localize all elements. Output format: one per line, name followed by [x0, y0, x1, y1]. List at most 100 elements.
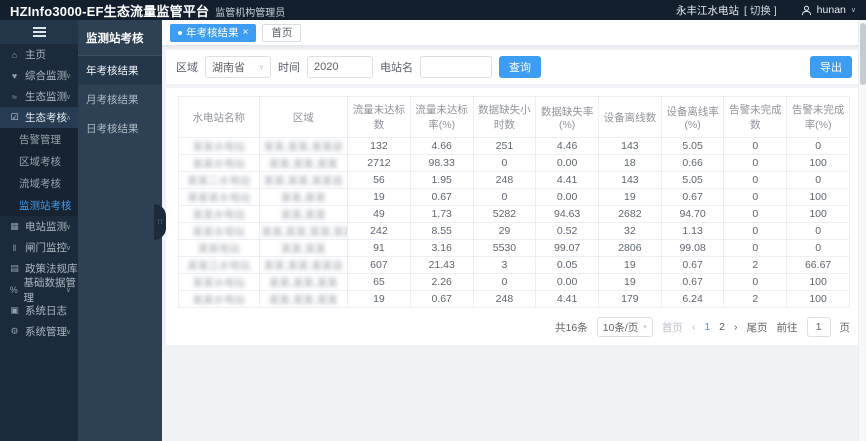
region-select[interactable]: 湖南省 ∨	[205, 56, 271, 78]
table-row: 某某水电站 某某,某某,某某 19 0.67 248 4.41 179 6.24 2 100	[178, 290, 850, 308]
sidebar-subitem-监测站考核[interactable]: 监测站考核	[0, 194, 78, 216]
value-cell: 0.67	[409, 188, 474, 206]
redacted-text: 某某某水电站	[187, 191, 251, 204]
value-cell: 3.16	[409, 239, 474, 257]
tab-首页[interactable]: 首页	[262, 23, 302, 42]
chevron-down-icon: ∨	[65, 244, 71, 252]
value-cell: 4.41	[535, 171, 600, 189]
region-cell: 某某,某某	[258, 205, 349, 223]
value-cell: 99.08	[660, 239, 725, 257]
redacted-text: 某某水电站	[192, 276, 246, 289]
sidebar-item-系统日志[interactable]: ▣ 系统日志	[0, 300, 78, 321]
redacted-text: 某某,某某	[280, 191, 326, 204]
page-size-select[interactable]: 10条/页 ▾	[596, 317, 653, 337]
sidebar-item-label: 系统日志	[25, 305, 67, 317]
value-cell: 143	[598, 137, 662, 155]
goto-label: 前往	[776, 321, 798, 334]
value-cell: 2	[723, 256, 788, 274]
column-header: 水电站名称	[178, 96, 260, 138]
station-name-cell: 某某电站	[178, 239, 260, 257]
region-cell: 某某,某某,某某,某某	[258, 222, 349, 240]
sidebar-item-闸门监控[interactable]: ‖ 闸门监控 ∨	[0, 237, 78, 258]
value-cell: 4.66	[409, 137, 474, 155]
table-row: 某某水电站 某某,某某 49 1.73 5282 94.63 2682 94.70 0 100	[178, 205, 850, 223]
value-cell: 0	[472, 188, 537, 206]
top-header: HZInfo3000-EF生态流量监管平台 监管机构管理员 永丰江水电站 [ 切…	[0, 0, 866, 20]
main-area: 年考核结果 × 首页 区域 湖南省 ∨ 时间 电站名 查询 导出	[162, 20, 866, 441]
station-name-cell: 某某水电站	[178, 137, 260, 155]
prev-page-icon[interactable]: ‹	[692, 321, 696, 333]
station-name-cell: 某某水电站	[178, 205, 260, 223]
subpanel-item-年考核结果[interactable]: 年考核结果	[78, 56, 162, 85]
page-number-1[interactable]: 1	[704, 321, 710, 333]
value-cell: 2682	[598, 205, 662, 223]
sidebar-subitem-告警管理[interactable]: 告警管理	[0, 128, 78, 150]
sidebar-item-基础数据管理[interactable]: % 基础数据管理 ∨	[0, 277, 78, 304]
value-cell: 132	[347, 137, 411, 155]
subpanel-item-日考核结果[interactable]: 日考核结果	[78, 114, 162, 143]
value-cell: 0.67	[660, 256, 725, 274]
brand: HZInfo3000-EF生态流量监管平台 监管机构管理员	[10, 1, 285, 20]
table-row: 某某江水电站 某某,某某,某某县 607 21.43 3 0.05 19 0.67 2 66.67	[178, 256, 850, 274]
time-input[interactable]	[314, 61, 366, 73]
region-filter-label: 区域	[176, 62, 198, 74]
sidebar-item-生态监测[interactable]: ≈ 生态监测 ∨	[0, 86, 78, 107]
close-icon[interactable]: ×	[243, 27, 249, 38]
value-cell: 100	[786, 273, 850, 291]
tab-年考核结果[interactable]: 年考核结果 ×	[170, 23, 257, 42]
value-cell: 0.00	[535, 188, 600, 206]
value-cell: 0.00	[535, 154, 600, 172]
sidebar-item-label: 电站监测	[25, 221, 67, 233]
page-number-2[interactable]: 2	[719, 321, 725, 333]
next-page-icon[interactable]: ›	[734, 321, 738, 333]
sidebar-item-系统管理[interactable]: ⚙ 系统管理 ∨	[0, 321, 78, 342]
value-cell: 98.33	[409, 154, 474, 172]
username-label[interactable]: hunan	[817, 4, 846, 16]
redacted-text: 某某水电站	[192, 208, 246, 221]
search-button[interactable]: 查询	[499, 56, 541, 78]
sidebar-collapse-button[interactable]	[0, 20, 78, 44]
station-name-cell: 某某水电站	[178, 273, 260, 291]
export-button[interactable]: 导出	[810, 56, 852, 78]
value-cell: 2712	[347, 154, 411, 172]
value-cell: 1.73	[409, 205, 474, 223]
switch-station-link[interactable]: [ 切换 ]	[744, 3, 777, 18]
sidebar-item-主页[interactable]: ⌂ 主页	[0, 44, 78, 65]
value-cell: 0	[723, 137, 788, 155]
region-cell: 某某,某某	[258, 188, 349, 206]
sidebar-item-label: 生态监测	[25, 91, 67, 103]
value-cell: 0	[786, 222, 850, 240]
goto-page-input[interactable]	[806, 317, 831, 337]
vertical-scrollbar[interactable]	[858, 20, 866, 441]
first-page-button[interactable]: 首页	[662, 320, 683, 335]
chevron-down-icon: ∨	[65, 223, 71, 231]
value-cell: 100	[786, 188, 850, 206]
value-cell: 143	[598, 171, 662, 189]
sidebar-item-生态考核[interactable]: ☑ 生态考核 ∧	[0, 107, 78, 128]
value-cell: 3	[472, 256, 537, 274]
sidebar-item-电站监测[interactable]: ▦ 电站监测 ∨	[0, 216, 78, 237]
value-cell: 251	[472, 137, 537, 155]
sidebar-subitem-区域考核[interactable]: 区域考核	[0, 150, 78, 172]
station-name-input[interactable]	[427, 61, 485, 73]
hamburger-menu-icon	[32, 35, 46, 37]
person-icon	[801, 5, 812, 16]
value-cell: 2	[723, 290, 788, 308]
gate-control-icon: ‖	[12, 242, 17, 253]
sidebar-item-综合监测[interactable]: ♥ 综合监测 ∨	[0, 65, 78, 86]
last-page-button[interactable]: 尾页	[747, 320, 768, 335]
subpanel-item-月考核结果[interactable]: 月考核结果	[78, 85, 162, 114]
scrollbar-thumb[interactable]	[860, 23, 866, 85]
chevron-down-icon[interactable]: ∨	[851, 6, 856, 14]
value-cell: 5282	[472, 205, 537, 223]
column-header: 流量未达标率(%)	[409, 96, 474, 138]
sidebar-item-label: 主页	[25, 49, 46, 61]
value-cell: 0	[723, 154, 788, 172]
column-header: 数据缺失小时数	[472, 96, 537, 138]
table-row: 某某水电站 某某,某某,某某 65 2.26 0 0.00 19 0.67 0 100	[178, 273, 850, 291]
results-table: 水电站名称 区域 流量未达标数 流量未达标率(%) 数据缺失小时数 数据缺失率(%) 设备离…	[178, 96, 850, 308]
sidebar-subitem-流域考核[interactable]: 流域考核	[0, 172, 78, 194]
table-row: 某某二水电站 某某,某某,某某县 56 1.95 248 4.41 143 5.05 0 0	[178, 171, 850, 189]
tab-label: 首页	[271, 27, 293, 39]
region-cell: 某某,某某,某某县	[258, 256, 349, 274]
